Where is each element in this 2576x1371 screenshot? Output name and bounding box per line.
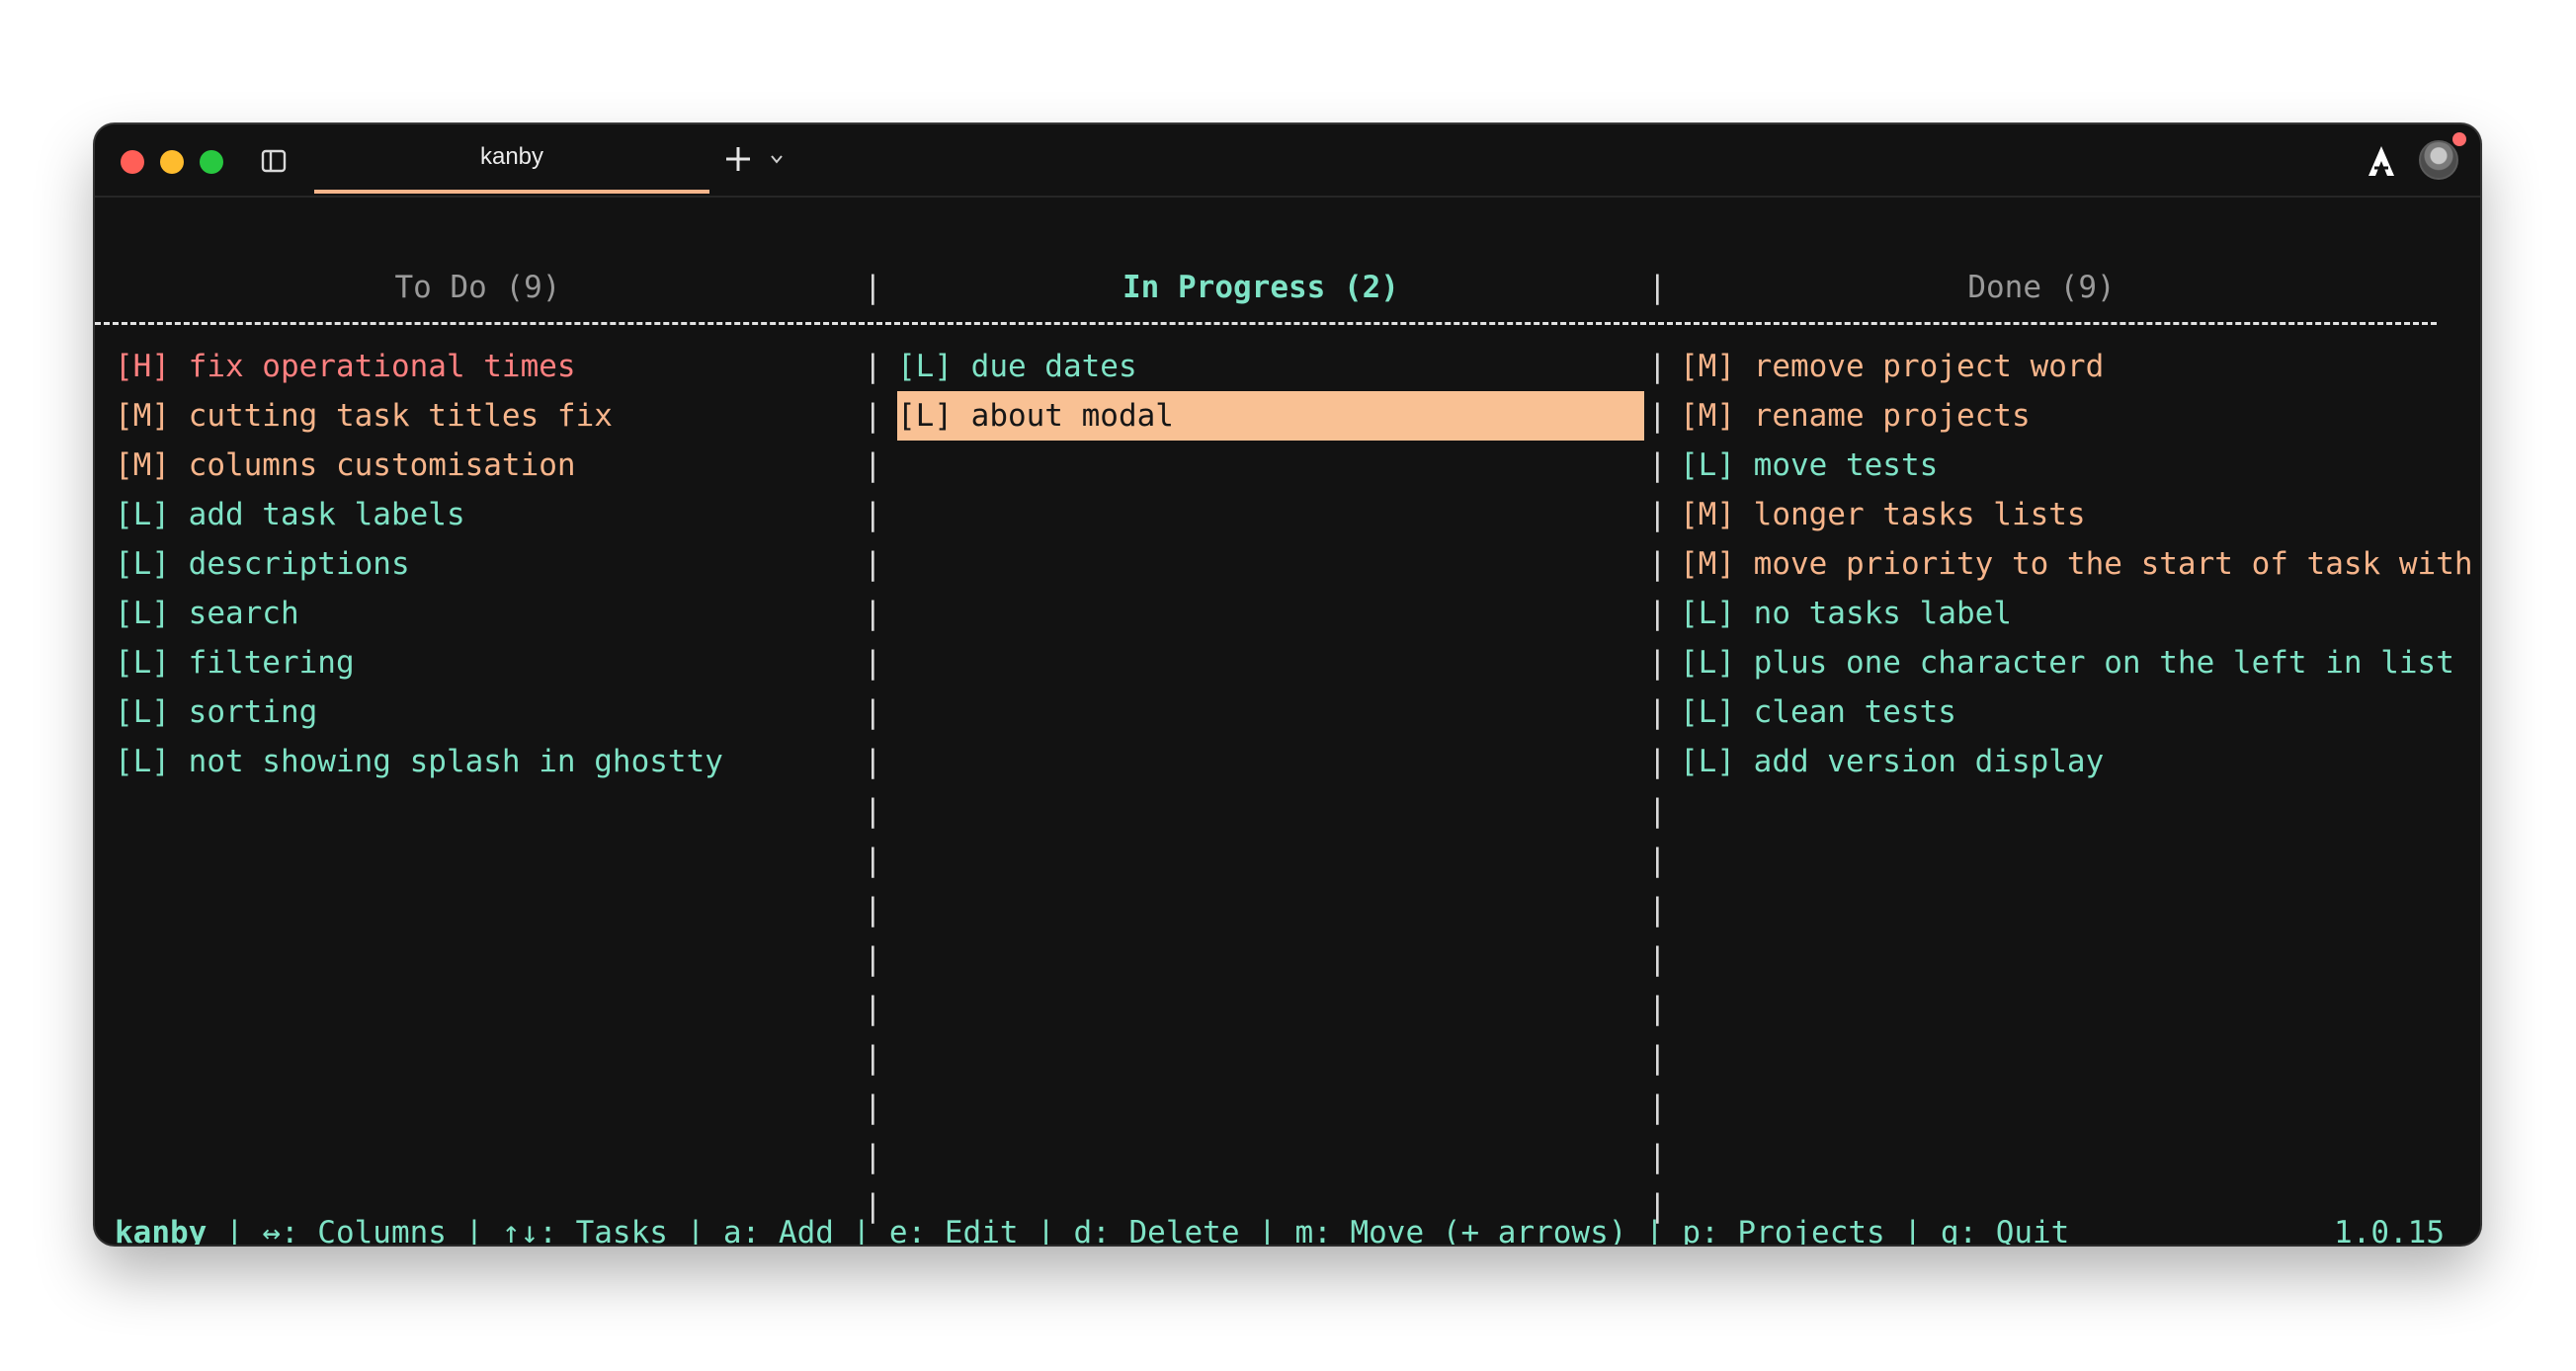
task-todo-7[interactable]: [L] filtering (115, 638, 355, 687)
task-todo-5[interactable]: [L] descriptions (115, 539, 410, 589)
status-keybindings: | ↔: Columns | ↑↓: Tasks | a: Add | e: E… (207, 1215, 2070, 1245)
notification-badge (2452, 132, 2466, 146)
column-separator: | (1648, 1040, 1667, 1076)
task-done-7[interactable]: [L] plus one character on the left in li… (1680, 638, 2454, 687)
column-separator: | (1648, 349, 1667, 384)
column-separator: | (864, 744, 882, 779)
column-separator: | (1648, 596, 1667, 631)
column-separator: | (864, 349, 882, 384)
terminal-window: kanby To Do (9) In Progress (2) Done (9)… (95, 124, 2480, 1245)
column-separator: | (1648, 497, 1667, 532)
header-divider (95, 322, 2437, 334)
column-separator: | (864, 497, 882, 532)
task-done-4[interactable]: [M] longer tasks lists (1680, 490, 2086, 539)
task-todo-2[interactable]: [M] cutting task titles fix (115, 391, 613, 441)
column-separator: | (1648, 1089, 1667, 1125)
column-separator: | (1648, 1139, 1667, 1174)
column-header-done[interactable]: Done (9) (1661, 263, 2422, 312)
chevron-down-icon[interactable] (769, 152, 785, 166)
task-todo-9[interactable]: [L] not showing splash in ghostty (115, 737, 723, 786)
task-done-5[interactable]: [M] move priority to the start of task w… (1680, 539, 2473, 589)
tab-active[interactable]: kanby (314, 124, 709, 194)
task-done-6[interactable]: [L] no tasks label (1680, 589, 2012, 638)
column-separator: | (1648, 398, 1667, 434)
close-window-button[interactable] (121, 150, 144, 174)
brand-icon[interactable] (2366, 144, 2397, 178)
plus-icon[interactable] (723, 144, 753, 174)
column-header-todo[interactable]: To Do (9) (95, 263, 861, 312)
column-separator: | (864, 398, 882, 434)
status-app-name: kanby (115, 1215, 208, 1245)
task-todo-4[interactable]: [L] add task labels (115, 490, 465, 539)
column-separator: | (864, 447, 882, 483)
terminal-content: To Do (9) In Progress (2) Done (9) | | | | |… (95, 196, 2480, 1245)
task-done-9[interactable]: [L] add version display (1680, 737, 2104, 786)
tab-title: kanby (479, 143, 544, 170)
column-separator: | (864, 270, 882, 305)
task-done-8[interactable]: [L] clean tests (1680, 687, 1956, 737)
task-done-3[interactable]: [L] move tests (1680, 441, 1938, 490)
task-todo-1[interactable]: [H] fix operational times (115, 342, 576, 391)
version-label: 1.0.15 (2334, 1215, 2445, 1245)
minimize-window-button[interactable] (160, 150, 184, 174)
column-separator: | (1648, 843, 1667, 878)
column-separator: | (864, 1040, 882, 1076)
column-separator: | (1648, 645, 1667, 681)
column-separator: | (864, 596, 882, 631)
titlebar: kanby (95, 124, 2480, 198)
column-separator: | (864, 645, 882, 681)
task-done-2[interactable]: [M] rename projects (1680, 391, 2031, 441)
zoom-window-button[interactable] (200, 150, 223, 174)
column-separator: | (864, 991, 882, 1026)
avatar[interactable] (2419, 140, 2458, 180)
column-separator: | (864, 546, 882, 582)
sidebar-toggle-icon[interactable] (261, 148, 287, 174)
column-separator: | (1648, 694, 1667, 730)
column-separator: | (1648, 447, 1667, 483)
task-in-progress-1[interactable]: [L] due dates (897, 342, 1137, 391)
task-done-1[interactable]: [M] remove project word (1680, 342, 2104, 391)
column-separator: | (864, 793, 882, 829)
status-bar: kanby | ↔: Columns | ↑↓: Tasks | a: Add … (115, 1208, 2069, 1245)
column-separator: | (864, 941, 882, 977)
column-separator: | (864, 1089, 882, 1125)
column-separator: | (864, 1139, 882, 1174)
task-todo-3[interactable]: [M] columns customisation (115, 441, 576, 490)
column-header-in-progress[interactable]: In Progress (2) (880, 263, 1641, 312)
column-separator: | (1648, 744, 1667, 779)
task-in-progress-2-selected[interactable]: [L] about modal (897, 391, 1644, 441)
column-separator: | (1648, 270, 1667, 305)
column-separator: | (1648, 546, 1667, 582)
column-separator: | (1648, 991, 1667, 1026)
column-separator: | (864, 892, 882, 927)
column-separator: | (864, 694, 882, 730)
task-todo-6[interactable]: [L] search (115, 589, 299, 638)
column-separator: | (864, 843, 882, 878)
column-separator: | (1648, 793, 1667, 829)
column-separator: | (1648, 892, 1667, 927)
column-separator: | (1648, 941, 1667, 977)
task-todo-8[interactable]: [L] sorting (115, 687, 317, 737)
